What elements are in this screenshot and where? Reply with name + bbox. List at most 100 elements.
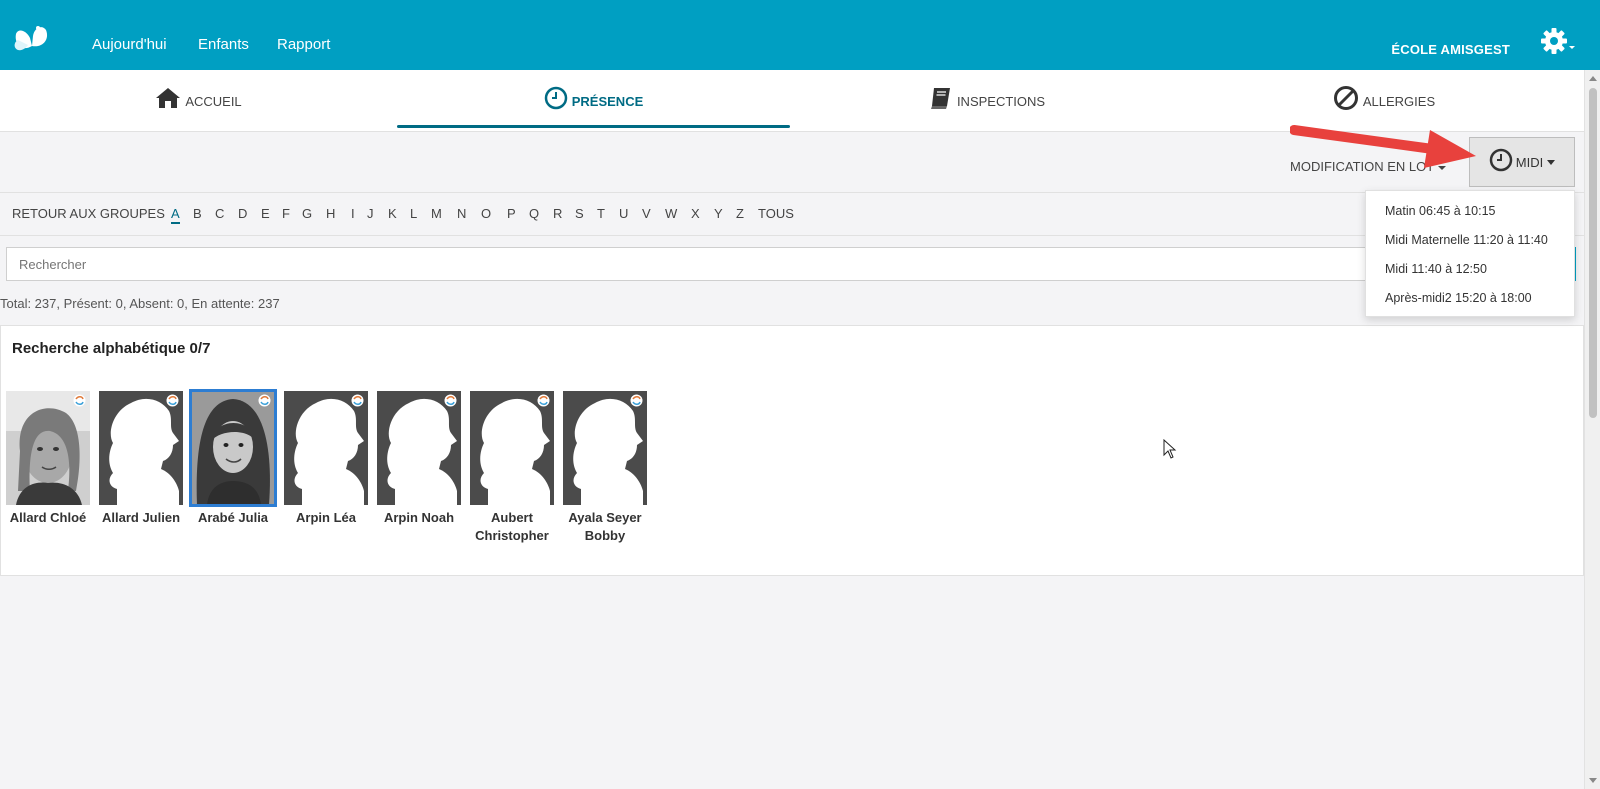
child-name: Arpin Noah [383,510,455,525]
settings-menu[interactable] [1540,26,1576,58]
search-input[interactable] [6,247,1576,281]
letter-filter[interactable]: O [481,206,491,221]
status-badge-icon [537,394,550,407]
scrollbar-thumb[interactable] [1589,88,1597,418]
child-photo [563,391,647,505]
caret-down-icon [1547,159,1556,165]
silhouette-icon [294,398,364,505]
child-photo [470,391,554,505]
child-card[interactable]: Arpin Léa [284,391,368,527]
status-badge-icon [444,394,457,407]
letter-filter[interactable]: G [302,206,312,221]
annotation-arrow-icon [1290,125,1476,168]
clock-icon [1489,148,1513,172]
letter-filter[interactable]: T [597,206,605,221]
child-photo-image [6,391,90,505]
letter-filter[interactable]: P [507,206,516,221]
letter-filter[interactable]: Q [529,206,539,221]
status-badge-icon [73,394,86,407]
children-panel: Recherche alphabétique 0/7 Allard Chloé … [0,325,1584,576]
tab-accueil[interactable]: ACCUEIL [0,70,397,132]
letter-filter[interactable]: N [457,206,466,221]
tab-inspections-label: INSPECTIONS [956,93,1046,109]
status-badge-icon [630,394,643,407]
tab-presence[interactable]: PRÉSENCE [397,70,790,132]
status-badge-icon [258,394,271,407]
letter-filter[interactable]: V [642,206,651,221]
child-photo-image [191,391,275,505]
nav-today[interactable]: Aujourd'hui [92,36,167,53]
letter-filter[interactable]: M [431,206,442,221]
child-photo [189,389,277,507]
ban-icon [1333,86,1358,110]
butterfly-logo-icon[interactable] [12,22,52,54]
letter-filter-all[interactable]: TOUS [758,206,794,221]
home-icon [156,88,181,108]
school-name: ÉCOLE AMISGEST [1391,42,1510,57]
attendance-totals: Total: 237, Présent: 0, Absent: 0, En at… [0,296,280,311]
letter-filter[interactable]: Y [714,206,723,221]
period-option[interactable]: Matin 06:45 à 10:15 [1385,204,1496,218]
tab-presence-label: PRÉSENCE [571,93,644,109]
child-card[interactable]: Allard Julien [99,391,183,527]
tab-allergies-label: ALLERGIES [1362,93,1436,109]
letter-filter[interactable]: R [553,206,562,221]
nav-children[interactable]: Enfants [198,36,249,53]
child-card[interactable]: Arabé Julia [189,389,277,527]
letter-filter[interactable]: A [171,206,180,224]
letter-filter[interactable]: L [410,206,417,221]
child-card[interactable]: Arpin Noah [377,391,461,527]
silhouette-icon [109,398,179,505]
letter-filter[interactable]: H [326,206,335,221]
child-name: Aubert Christopher [475,510,549,543]
child-photo [6,391,90,505]
period-dropdown-menu: Matin 06:45 à 10:15 Midi Maternelle 11:2… [1365,190,1575,317]
letter-filter[interactable]: E [261,206,270,221]
panel-title: Recherche alphabétique 0/7 [12,340,211,357]
nav-report[interactable]: Rapport [277,36,330,53]
child-name: Allard Chloé [9,510,87,525]
child-name: Arpin Léa [296,510,356,525]
letter-filter[interactable]: W [665,206,677,221]
child-card[interactable]: Aubert Christopher [470,391,554,545]
letter-filter[interactable]: B [193,206,202,221]
letter-filter[interactable]: D [238,206,247,221]
letter-filter[interactable]: K [388,206,397,221]
letter-filter[interactable]: Z [736,206,744,221]
top-navbar: Aujourd'hui Enfants Rapport ÉCOLE AMISGE… [0,0,1600,70]
status-badge-icon [166,394,179,407]
child-name: Arabé Julia [197,510,269,525]
tab-accueil-label: ACCUEIL [185,93,242,109]
tab-inspections[interactable]: INSPECTIONS [790,70,1184,132]
child-photo [99,391,183,505]
back-to-groups-link[interactable]: RETOUR AUX GROUPES [12,206,165,221]
silhouette-icon [480,398,550,505]
silhouette-icon [387,398,457,505]
letter-filter[interactable]: F [282,206,290,221]
child-photo [284,391,368,505]
scroll-up-icon[interactable] [1589,76,1597,81]
silhouette-icon [573,398,643,505]
child-name: Allard Julien [101,510,181,525]
gear-icon [1541,28,1575,54]
period-option[interactable]: Midi Maternelle 11:20 à 11:40 [1385,233,1548,247]
letter-filter[interactable]: I [351,206,355,221]
alphabet-filter: RETOUR AUX GROUPES A B C D E F G H I J K… [0,194,1584,236]
letter-filter[interactable]: U [619,206,628,221]
letter-filter[interactable]: J [367,206,374,221]
scroll-down-icon[interactable] [1589,778,1597,783]
letter-filter[interactable]: C [215,206,224,221]
letter-filter[interactable]: S [575,206,584,221]
child-photo [377,391,461,505]
period-option[interactable]: Après-midi2 15:20 à 18:00 [1385,291,1532,305]
child-card[interactable]: Ayala Seyer Bobby [563,391,647,545]
letter-filter[interactable]: X [691,206,700,221]
period-option[interactable]: Midi 11:40 à 12:50 [1385,262,1487,276]
mouse-cursor-icon [1163,439,1177,459]
book-icon [930,88,950,109]
period-label: MIDI [1515,154,1544,170]
clock-icon [544,86,567,110]
page-scrollbar[interactable] [1584,70,1600,789]
child-name: Ayala Seyer Bobby [568,510,642,543]
child-card[interactable]: Allard Chloé [6,391,90,527]
